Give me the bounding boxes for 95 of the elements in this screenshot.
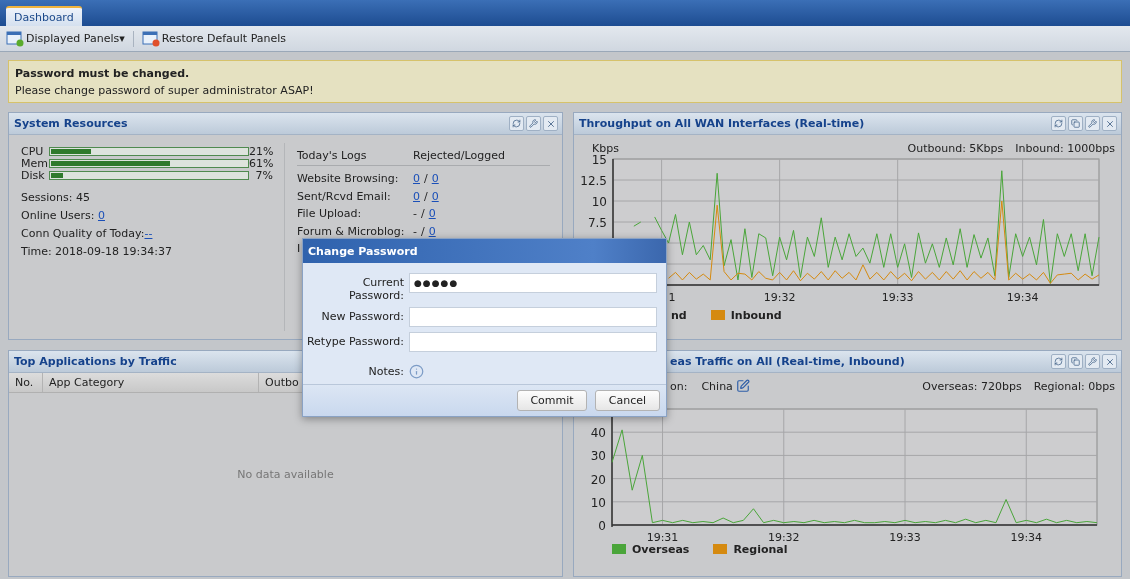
rejected-link[interactable]: 0 (413, 172, 420, 186)
password-field[interactable] (409, 307, 657, 327)
log-label: Website Browsing: (297, 172, 399, 186)
slash-separator: / (424, 172, 428, 186)
panels-dropdown[interactable]: Displayed Panels▾ (4, 28, 127, 49)
meter-reading: 7% (254, 169, 273, 182)
wrench-icon[interactable] (1088, 119, 1097, 128)
x-tick-label: 19:32 (767, 531, 800, 541)
info-icon[interactable] (409, 364, 424, 379)
rejected-value: - (413, 207, 417, 221)
meter-label: Mem (21, 157, 49, 170)
panel-add-icon (6, 30, 24, 47)
stat-text: Time: 2018-09-18 19:34:37 (21, 245, 173, 257)
windows-icon[interactable] (1071, 357, 1080, 366)
meter-label: CPU (21, 145, 45, 158)
panel-title: eas Traffic on All (Real-time, Inbound) (670, 355, 905, 368)
refresh-icon[interactable] (1054, 357, 1063, 366)
x-tick-label: 19:34 (1006, 291, 1039, 304)
log-label: File Upload: (297, 207, 362, 221)
rejected-value: - (413, 224, 417, 238)
field-label: New Password: (320, 309, 404, 325)
axis-unit-label: Kbps (592, 141, 619, 155)
stat-text: Sessions: 45 (21, 191, 91, 203)
stat-link[interactable]: -- (144, 227, 153, 240)
logged-link[interactable]: 0 (431, 172, 439, 186)
y-tick-label: 15 (591, 155, 607, 167)
column-header: App Category (43, 373, 259, 392)
y-tick-label: 10 (590, 495, 606, 510)
x-tick-label: 1 (668, 291, 676, 304)
panel-title: System Resources (14, 117, 128, 130)
x-tick-label: 19:33 (881, 291, 914, 304)
edit-icon[interactable] (735, 379, 750, 393)
field-label: Current Password: (347, 275, 404, 302)
meter-reading: 21% (249, 145, 273, 158)
stat-label: Conn Quality of Today: (21, 227, 145, 240)
meter-label: Disk (21, 169, 46, 182)
legend-label: nd (671, 308, 687, 322)
panel-title: Top Applications by Traffic (14, 355, 177, 368)
rate-reading: Inbound: 1000bps (1015, 141, 1115, 155)
x-tick-label: 19:33 (889, 531, 921, 541)
alert-message: Please change password of super administrator ASAP! (15, 83, 315, 97)
column-header: Today's Logs (297, 149, 367, 162)
log-label: Sent/Rcvd Email: (297, 189, 391, 203)
wrench-icon[interactable] (529, 119, 538, 128)
y-tick-label: 40 (590, 426, 606, 441)
rate-reading: Regional: 0bps (1033, 379, 1115, 393)
dashboard-tab[interactable]: Dashboard (6, 6, 82, 26)
y-tick-label: 12.5 (580, 174, 607, 188)
alert-title: Password must be changed. (15, 66, 191, 80)
panel-title: Throughput on All WAN Interfaces (Real-time) (579, 117, 865, 130)
panel-reset-icon (141, 30, 160, 47)
slash-separator: / (421, 224, 425, 238)
dialog-title: Change Password (303, 239, 666, 263)
column-header: Rejected/Logged (413, 149, 505, 162)
rate-reading: Overseas: 720bps (922, 379, 1022, 393)
logged-link[interactable]: 0 (428, 224, 436, 238)
y-tick-label: 0 (598, 519, 606, 533)
region-value: China (701, 379, 733, 393)
y-tick-label: 20 (590, 472, 606, 487)
password-field[interactable]: ●●●●● (409, 273, 657, 293)
legend-label: Inbound (730, 308, 782, 322)
logged-link[interactable]: 0 (431, 189, 439, 203)
password-field[interactable] (409, 332, 657, 352)
slash-separator: / (421, 207, 425, 221)
stat-label: Online Users: (21, 209, 96, 222)
cancel-button[interactable]: Cancel (595, 390, 660, 411)
column-header: No. (9, 373, 43, 392)
refresh-icon[interactable] (512, 119, 521, 128)
windows-icon[interactable] (1071, 119, 1080, 128)
log-label: Forum & Microblog: (297, 224, 405, 238)
x-tick-label: 19:31 (646, 531, 679, 541)
wrench-icon[interactable] (1088, 357, 1097, 366)
rejected-link[interactable]: 0 (413, 189, 420, 203)
region-label: on: (670, 379, 688, 393)
legend-label: Overseas (632, 542, 690, 556)
stat-link[interactable]: 0 (98, 209, 105, 222)
y-tick-label: 30 (590, 449, 606, 464)
close-icon[interactable] (545, 118, 556, 129)
rate-reading: Outbound: 5Kbps (907, 141, 1004, 155)
y-tick-label: 10 (591, 195, 607, 209)
field-label: Retype Password: (305, 334, 404, 350)
empty-message: No data available (237, 468, 334, 481)
commit-button[interactable]: Commit (517, 390, 587, 411)
logged-link[interactable]: 0 (428, 207, 436, 221)
restore-button[interactable]: Restore Default Panels (139, 28, 289, 49)
slash-separator: / (424, 189, 428, 203)
close-icon[interactable] (1104, 356, 1115, 367)
legend-label: Regional (733, 542, 788, 556)
y-tick-label: 7.5 (587, 216, 607, 230)
x-tick-label: 19:34 (1010, 531, 1043, 541)
meter-reading: 61% (249, 157, 273, 170)
log-label: I (297, 242, 301, 256)
refresh-icon[interactable] (1054, 119, 1063, 128)
x-tick-label: 19:32 (763, 291, 796, 304)
close-icon[interactable] (1104, 118, 1115, 129)
